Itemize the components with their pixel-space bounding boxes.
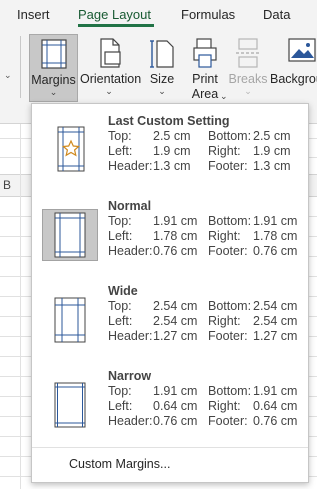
option-title: Last Custom Setting xyxy=(108,114,230,128)
breaks-label: Breaks xyxy=(228,72,268,86)
menu-divider xyxy=(32,447,308,448)
margin-option-wide[interactable]: Wide Top: 2.54 cm Bottom: 2.54 cm Left: … xyxy=(34,276,306,356)
custom-margins-star-icon xyxy=(57,126,85,172)
print-area-label: Print Area xyxy=(186,72,224,102)
left-value: 0.64 cm xyxy=(153,399,198,413)
header-label: Header: xyxy=(108,414,153,428)
print-area-label-line1: Print xyxy=(192,72,218,86)
group-divider xyxy=(20,36,21,98)
left-value: 1.78 cm xyxy=(153,229,198,243)
footer-value: 1.3 cm xyxy=(253,159,291,173)
ribbon-tab-bar: Insert Page Layout Formulas Data xyxy=(0,0,317,30)
bottom-value: 2.5 cm xyxy=(253,129,291,143)
tab-data[interactable]: Data xyxy=(263,7,290,22)
custom-margins-menu-item[interactable]: Custom Margins... xyxy=(69,457,170,471)
right-label: Right: xyxy=(208,229,241,243)
right-value: 1.9 cm xyxy=(253,144,291,158)
column-header-b[interactable]: B xyxy=(3,178,11,192)
left-label: Left: xyxy=(108,144,133,158)
bottom-value: 2.54 cm xyxy=(253,299,298,313)
top-value: 1.91 cm xyxy=(153,214,198,228)
column-line xyxy=(20,124,21,489)
header-value: 1.3 cm xyxy=(153,159,191,173)
top-value: 2.54 cm xyxy=(153,299,198,313)
footer-label: Footer: xyxy=(208,244,248,258)
left-value: 1.9 cm xyxy=(153,144,191,158)
top-value: 2.5 cm xyxy=(153,129,191,143)
size-button[interactable]: Size ⌄ xyxy=(145,34,179,102)
size-icon xyxy=(150,40,174,68)
background-button[interactable]: Backgrou xyxy=(270,34,317,102)
margin-option-last-custom[interactable]: Last Custom Setting Top: 2.5 cm Bottom: … xyxy=(34,106,306,186)
bottom-value: 1.91 cm xyxy=(253,214,298,228)
chevron-down-icon: ⌄ xyxy=(105,86,113,96)
footer-label: Footer: xyxy=(208,159,248,173)
print-area-icon xyxy=(193,38,217,68)
tab-page-layout[interactable]: Page Layout xyxy=(78,7,151,22)
option-title: Narrow xyxy=(108,369,152,383)
footer-value: 1.27 cm xyxy=(253,329,298,343)
right-label: Right: xyxy=(208,399,241,413)
print-area-label-line2: Area xyxy=(191,87,219,101)
narrow-margins-icon xyxy=(54,382,86,428)
margins-dropdown-menu: Last Custom Setting Top: 2.5 cm Bottom: … xyxy=(31,103,309,483)
bottom-label: Bottom: xyxy=(208,384,252,398)
option-title: Normal xyxy=(108,199,152,213)
footer-label: Footer: xyxy=(208,414,248,428)
header-value: 0.76 cm xyxy=(153,244,198,258)
right-value: 2.54 cm xyxy=(253,314,298,328)
option-title: Wide xyxy=(108,284,138,298)
breaks-icon xyxy=(236,38,260,68)
header-value: 1.27 cm xyxy=(153,329,198,343)
left-label: Left: xyxy=(108,229,133,243)
tab-formulas[interactable]: Formulas xyxy=(181,7,235,22)
print-area-button[interactable]: Print Area ⌄ xyxy=(186,34,228,102)
right-value: 0.64 cm xyxy=(253,399,298,413)
margins-button[interactable]: Margins ⌄ xyxy=(29,34,78,102)
margins-icon xyxy=(40,39,67,69)
top-label: Top: xyxy=(108,384,132,398)
tab-insert[interactable]: Insert xyxy=(17,7,50,22)
footer-value: 0.76 cm xyxy=(253,244,298,258)
right-value: 1.78 cm xyxy=(253,229,298,243)
bottom-label: Bottom: xyxy=(208,299,252,313)
chevron-down-icon[interactable]: ⌄ xyxy=(4,70,12,81)
chevron-down-icon: ⌄ xyxy=(220,91,228,101)
header-label: Header: xyxy=(108,244,153,258)
right-label: Right: xyxy=(208,314,241,328)
background-icon xyxy=(288,38,316,62)
header-value: 0.76 cm xyxy=(153,414,198,428)
orientation-icon xyxy=(100,38,121,68)
chevron-down-icon: ⌄ xyxy=(244,86,252,96)
right-label: Right: xyxy=(208,144,241,158)
header-label: Header: xyxy=(108,329,153,343)
active-tab-indicator xyxy=(78,24,154,27)
breaks-button[interactable]: Breaks ⌄ xyxy=(228,34,268,102)
orientation-label: Orientation xyxy=(80,72,142,86)
left-label: Left: xyxy=(108,314,133,328)
top-value: 1.91 cm xyxy=(153,384,198,398)
chevron-down-icon: ⌄ xyxy=(158,86,166,96)
footer-label: Footer: xyxy=(208,329,248,343)
top-label: Top: xyxy=(108,129,132,143)
margins-label: Margins xyxy=(31,73,76,87)
bottom-value: 1.91 cm xyxy=(253,384,298,398)
background-label: Backgrou xyxy=(270,72,317,86)
left-value: 2.54 cm xyxy=(153,314,198,328)
wide-margins-icon xyxy=(54,297,86,343)
size-label: Size xyxy=(149,72,175,86)
orientation-button[interactable]: Orientation ⌄ xyxy=(80,34,142,102)
left-label: Left: xyxy=(108,399,133,413)
header-label: Header: xyxy=(108,159,153,173)
chevron-down-icon: ⌄ xyxy=(49,87,58,97)
footer-value: 0.76 cm xyxy=(253,414,298,428)
top-label: Top: xyxy=(108,214,132,228)
normal-margins-icon xyxy=(54,212,86,258)
margin-option-normal[interactable]: Normal Top: 1.91 cm Bottom: 1.91 cm Left… xyxy=(34,191,306,271)
top-label: Top: xyxy=(108,299,132,313)
bottom-label: Bottom: xyxy=(208,214,252,228)
margin-option-narrow[interactable]: Narrow Top: 1.91 cm Bottom: 1.91 cm Left… xyxy=(34,361,306,441)
bottom-label: Bottom: xyxy=(208,129,252,143)
